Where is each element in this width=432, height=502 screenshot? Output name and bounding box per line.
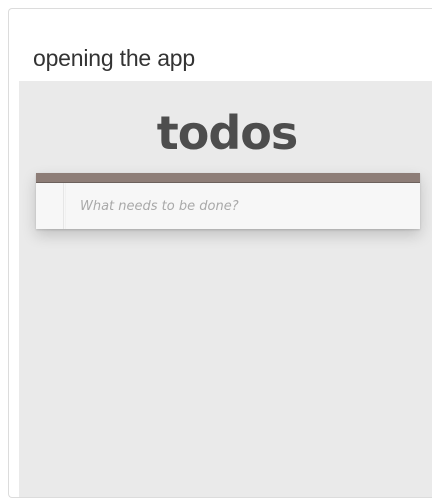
header-bar (36, 173, 420, 183)
todo-app: todos (19, 81, 432, 497)
toggle-all-checkbox[interactable] (36, 183, 66, 229)
todo-input-panel (36, 173, 420, 229)
new-todo-input[interactable] (66, 183, 416, 229)
step-caption: opening the app (33, 45, 195, 71)
app-title: todos (156, 106, 299, 160)
screenshot-frame: opening the app todos (8, 8, 432, 498)
